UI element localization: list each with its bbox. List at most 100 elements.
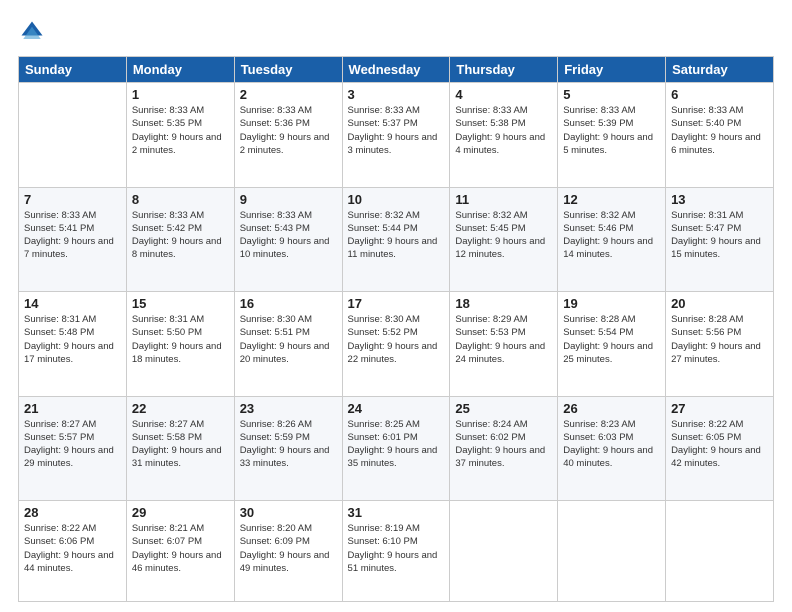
weekday-header-saturday: Saturday	[666, 57, 774, 83]
calendar-cell	[450, 501, 558, 602]
calendar-cell: 15 Sunrise: 8:31 AM Sunset: 5:50 PM Dayli…	[126, 292, 234, 397]
calendar-cell	[666, 501, 774, 602]
week-row-3: 14 Sunrise: 8:31 AM Sunset: 5:48 PM Dayli…	[19, 292, 774, 397]
weekday-header-row: SundayMondayTuesdayWednesdayThursdayFrid…	[19, 57, 774, 83]
day-info: Sunrise: 8:33 AM Sunset: 5:35 PM Dayligh…	[132, 104, 229, 157]
calendar-cell: 31 Sunrise: 8:19 AM Sunset: 6:10 PM Dayli…	[342, 501, 450, 602]
weekday-header-friday: Friday	[558, 57, 666, 83]
day-number: 21	[24, 401, 121, 416]
day-number: 29	[132, 505, 229, 520]
day-info: Sunrise: 8:33 AM Sunset: 5:38 PM Dayligh…	[455, 104, 552, 157]
day-info: Sunrise: 8:27 AM Sunset: 5:57 PM Dayligh…	[24, 418, 121, 471]
day-number: 5	[563, 87, 660, 102]
calendar-cell: 23 Sunrise: 8:26 AM Sunset: 5:59 PM Dayli…	[234, 396, 342, 501]
day-info: Sunrise: 8:33 AM Sunset: 5:39 PM Dayligh…	[563, 104, 660, 157]
calendar-cell: 20 Sunrise: 8:28 AM Sunset: 5:56 PM Dayli…	[666, 292, 774, 397]
week-row-2: 7Sunrise: 8:33 AM Sunset: 5:41 PM Daylig…	[19, 187, 774, 292]
calendar-cell: 25Sunrise: 8:24 AM Sunset: 6:02 PM Dayli…	[450, 396, 558, 501]
calendar-cell	[558, 501, 666, 602]
weekday-header-monday: Monday	[126, 57, 234, 83]
day-number: 19	[563, 296, 660, 311]
day-info: Sunrise: 8:33 AM Sunset: 5:43 PM Dayligh…	[240, 209, 337, 262]
weekday-header-sunday: Sunday	[19, 57, 127, 83]
day-info: Sunrise: 8:31 AM Sunset: 5:48 PM Dayligh…	[24, 313, 121, 366]
calendar-cell: 22 Sunrise: 8:27 AM Sunset: 5:58 PM Dayli…	[126, 396, 234, 501]
day-number: 18	[455, 296, 552, 311]
day-number: 13	[671, 192, 768, 207]
day-number: 4	[455, 87, 552, 102]
calendar-cell: 19Sunrise: 8:28 AM Sunset: 5:54 PM Dayli…	[558, 292, 666, 397]
calendar-cell: 21 Sunrise: 8:27 AM Sunset: 5:57 PM Dayli…	[19, 396, 127, 501]
calendar-cell: 18 Sunrise: 8:29 AM Sunset: 5:53 PM Dayli…	[450, 292, 558, 397]
day-info: Sunrise: 8:33 AM Sunset: 5:36 PM Dayligh…	[240, 104, 337, 157]
day-info: Sunrise: 8:31 AM Sunset: 5:50 PM Dayligh…	[132, 313, 229, 366]
calendar-cell: 30 Sunrise: 8:20 AM Sunset: 6:09 PM Dayli…	[234, 501, 342, 602]
day-number: 15	[132, 296, 229, 311]
calendar-cell: 14 Sunrise: 8:31 AM Sunset: 5:48 PM Dayli…	[19, 292, 127, 397]
calendar-cell: 10 Sunrise: 8:32 AM Sunset: 5:44 PM Dayli…	[342, 187, 450, 292]
day-number: 20	[671, 296, 768, 311]
day-number: 1	[132, 87, 229, 102]
calendar-cell: 24 Sunrise: 8:25 AM Sunset: 6:01 PM Dayli…	[342, 396, 450, 501]
day-number: 11	[455, 192, 552, 207]
weekday-header-wednesday: Wednesday	[342, 57, 450, 83]
day-number: 22	[132, 401, 229, 416]
day-number: 3	[348, 87, 445, 102]
calendar-cell: 8Sunrise: 8:33 AM Sunset: 5:42 PM Daylig…	[126, 187, 234, 292]
calendar-cell: 28 Sunrise: 8:22 AM Sunset: 6:06 PM Dayli…	[19, 501, 127, 602]
week-row-5: 28 Sunrise: 8:22 AM Sunset: 6:06 PM Dayli…	[19, 501, 774, 602]
header	[18, 18, 774, 46]
day-info: Sunrise: 8:19 AM Sunset: 6:10 PM Dayligh…	[348, 522, 445, 575]
day-number: 30	[240, 505, 337, 520]
calendar-cell: 6 Sunrise: 8:33 AM Sunset: 5:40 PM Daylig…	[666, 83, 774, 188]
day-number: 28	[24, 505, 121, 520]
day-info: Sunrise: 8:33 AM Sunset: 5:40 PM Dayligh…	[671, 104, 768, 157]
weekday-header-tuesday: Tuesday	[234, 57, 342, 83]
day-info: Sunrise: 8:22 AM Sunset: 6:06 PM Dayligh…	[24, 522, 121, 575]
weekday-header-thursday: Thursday	[450, 57, 558, 83]
day-number: 17	[348, 296, 445, 311]
day-info: Sunrise: 8:25 AM Sunset: 6:01 PM Dayligh…	[348, 418, 445, 471]
day-number: 10	[348, 192, 445, 207]
day-info: Sunrise: 8:31 AM Sunset: 5:47 PM Dayligh…	[671, 209, 768, 262]
day-number: 12	[563, 192, 660, 207]
week-row-4: 21 Sunrise: 8:27 AM Sunset: 5:57 PM Dayli…	[19, 396, 774, 501]
day-number: 24	[348, 401, 445, 416]
day-info: Sunrise: 8:20 AM Sunset: 6:09 PM Dayligh…	[240, 522, 337, 575]
calendar-cell: 17 Sunrise: 8:30 AM Sunset: 5:52 PM Dayli…	[342, 292, 450, 397]
week-row-1: 1 Sunrise: 8:33 AM Sunset: 5:35 PM Daylig…	[19, 83, 774, 188]
day-info: Sunrise: 8:21 AM Sunset: 6:07 PM Dayligh…	[132, 522, 229, 575]
day-info: Sunrise: 8:27 AM Sunset: 5:58 PM Dayligh…	[132, 418, 229, 471]
day-info: Sunrise: 8:22 AM Sunset: 6:05 PM Dayligh…	[671, 418, 768, 471]
day-info: Sunrise: 8:32 AM Sunset: 5:44 PM Dayligh…	[348, 209, 445, 262]
day-number: 6	[671, 87, 768, 102]
day-number: 2	[240, 87, 337, 102]
day-number: 26	[563, 401, 660, 416]
day-number: 9	[240, 192, 337, 207]
calendar-cell: 3 Sunrise: 8:33 AM Sunset: 5:37 PM Daylig…	[342, 83, 450, 188]
day-number: 23	[240, 401, 337, 416]
day-number: 31	[348, 505, 445, 520]
calendar-cell: 11 Sunrise: 8:32 AM Sunset: 5:45 PM Dayli…	[450, 187, 558, 292]
day-info: Sunrise: 8:28 AM Sunset: 5:56 PM Dayligh…	[671, 313, 768, 366]
day-info: Sunrise: 8:26 AM Sunset: 5:59 PM Dayligh…	[240, 418, 337, 471]
calendar-cell: 7Sunrise: 8:33 AM Sunset: 5:41 PM Daylig…	[19, 187, 127, 292]
calendar-cell: 5 Sunrise: 8:33 AM Sunset: 5:39 PM Daylig…	[558, 83, 666, 188]
day-number: 16	[240, 296, 337, 311]
day-info: Sunrise: 8:23 AM Sunset: 6:03 PM Dayligh…	[563, 418, 660, 471]
calendar-cell: 26 Sunrise: 8:23 AM Sunset: 6:03 PM Dayli…	[558, 396, 666, 501]
day-info: Sunrise: 8:30 AM Sunset: 5:52 PM Dayligh…	[348, 313, 445, 366]
day-info: Sunrise: 8:24 AM Sunset: 6:02 PM Dayligh…	[455, 418, 552, 471]
calendar-cell: 2 Sunrise: 8:33 AM Sunset: 5:36 PM Daylig…	[234, 83, 342, 188]
day-info: Sunrise: 8:33 AM Sunset: 5:37 PM Dayligh…	[348, 104, 445, 157]
calendar-cell: 16 Sunrise: 8:30 AM Sunset: 5:51 PM Dayli…	[234, 292, 342, 397]
calendar-cell: 29 Sunrise: 8:21 AM Sunset: 6:07 PM Dayli…	[126, 501, 234, 602]
day-number: 14	[24, 296, 121, 311]
day-info: Sunrise: 8:29 AM Sunset: 5:53 PM Dayligh…	[455, 313, 552, 366]
day-info: Sunrise: 8:33 AM Sunset: 5:41 PM Dayligh…	[24, 209, 121, 262]
logo-icon	[18, 18, 46, 46]
calendar-page: SundayMondayTuesdayWednesdayThursdayFrid…	[0, 0, 792, 612]
day-info: Sunrise: 8:30 AM Sunset: 5:51 PM Dayligh…	[240, 313, 337, 366]
day-info: Sunrise: 8:32 AM Sunset: 5:46 PM Dayligh…	[563, 209, 660, 262]
day-info: Sunrise: 8:32 AM Sunset: 5:45 PM Dayligh…	[455, 209, 552, 262]
